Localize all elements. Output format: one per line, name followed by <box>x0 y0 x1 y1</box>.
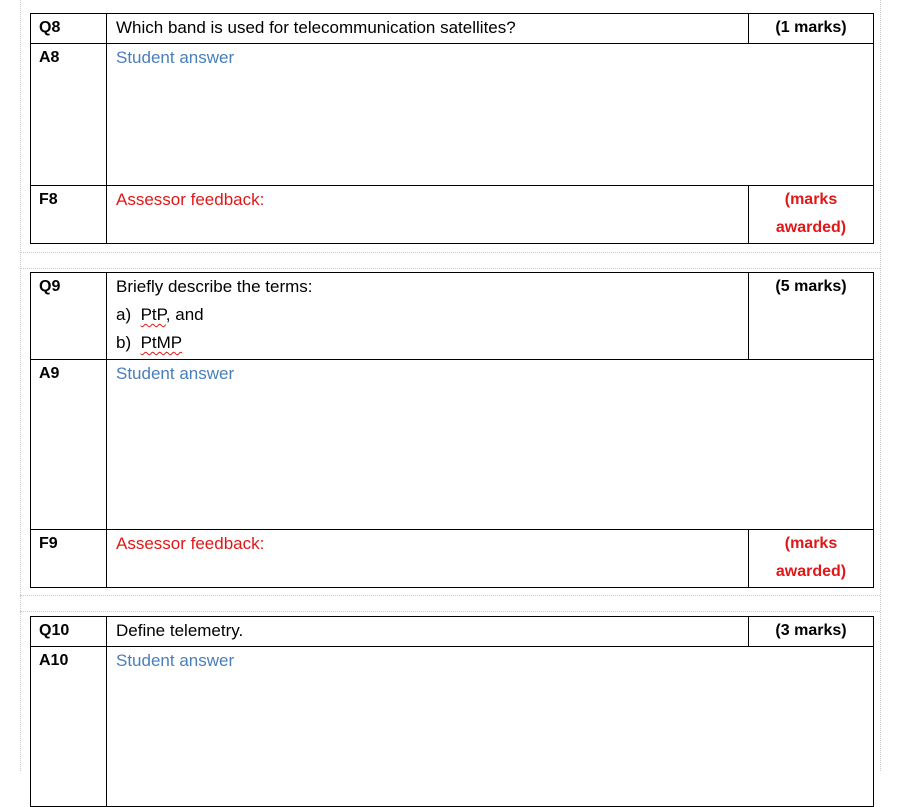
marks-label: (1 marks) <box>748 13 874 44</box>
question-block-10: Q10 Define telemetry. (3 marks) A10 Stud… <box>30 616 874 807</box>
question-text: Define telemetry. <box>106 616 749 647</box>
question-label: Q10 <box>30 616 107 647</box>
marks-awarded-line2: awarded) <box>775 219 847 236</box>
question-text: Briefly describe the terms: a) PtP, and … <box>106 272 749 360</box>
feedback-field[interactable]: Assessor feedback: <box>106 185 749 244</box>
feedback-label: F9 <box>30 529 107 588</box>
feedback-field[interactable]: Assessor feedback: <box>106 529 749 588</box>
list-item-term: PtP <box>140 305 166 324</box>
list-item: b) PtMP <box>116 329 748 357</box>
marks-awarded-line2: awarded) <box>775 563 847 580</box>
question-block-8: Q8 Which band is used for telecommunicat… <box>30 13 874 244</box>
marks-label: (3 marks) <box>748 616 874 647</box>
marks-awarded: (marks awarded) <box>748 185 874 244</box>
answer-label: A9 <box>30 359 107 530</box>
question-block-9: Q9 Briefly describe the terms: a) PtP, a… <box>30 272 874 588</box>
question-intro: Briefly describe the terms: <box>116 277 313 296</box>
marks-label: (5 marks) <box>748 272 874 360</box>
question-label: Q8 <box>30 13 107 44</box>
feedback-label: F8 <box>30 185 107 244</box>
marks-awarded-line1: (marks <box>784 535 838 552</box>
answer-field[interactable]: Student answer <box>106 359 874 530</box>
marks-awarded: (marks awarded) <box>748 529 874 588</box>
marks-awarded-line1: (marks <box>784 191 838 208</box>
question-text: Which band is used for telecommunication… <box>106 13 749 44</box>
list-item: a) PtP, and <box>116 301 748 329</box>
question-label: Q9 <box>30 272 107 360</box>
list-item-prefix: b) <box>116 333 132 352</box>
answer-field[interactable]: Student answer <box>106 646 874 807</box>
answer-field[interactable]: Student answer <box>106 43 874 186</box>
list-item-term: PtMP <box>140 333 183 352</box>
answer-label: A8 <box>30 43 107 186</box>
list-item-suffix: , and <box>165 305 204 324</box>
list-item-prefix: a) <box>116 305 132 324</box>
answer-label: A10 <box>30 646 107 807</box>
